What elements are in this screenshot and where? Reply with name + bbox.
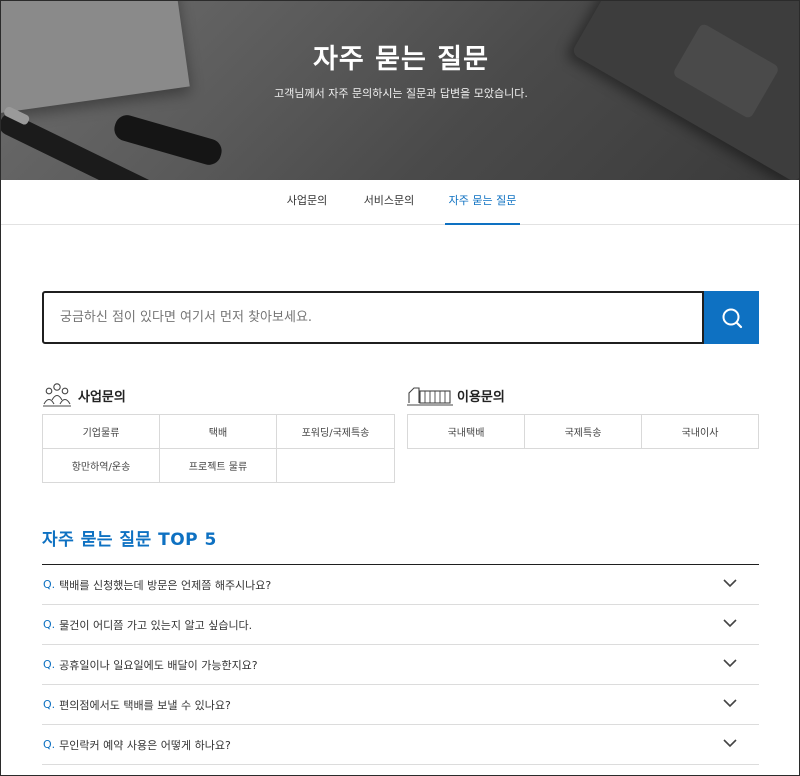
faq-item[interactable]: Q. 편의점에서도 택배를 보낼 수 있나요? [42, 685, 759, 725]
faq-item[interactable]: Q. 무인락커 예약 사용은 어떻게 하나요? [42, 725, 759, 765]
faq-item[interactable]: Q. 택배를 신청했는데 방문은 언제쯤 해주시나요? [42, 565, 759, 605]
category-item-international-express[interactable]: 국제특송 [525, 415, 642, 449]
faq-q-prefix: Q. [43, 738, 56, 751]
page-frame: 자주 묻는 질문 고객님께서 자주 문의하시는 질문과 답변을 모았습니다. 사… [0, 0, 800, 776]
faq-q-prefix: Q. [43, 578, 56, 591]
hero-banner: 자주 묻는 질문 고객님께서 자주 문의하시는 질문과 답변을 모았습니다. [1, 1, 799, 180]
business-category-title: 사업문의 [78, 389, 126, 405]
faq-question: 물건이 어디쯤 가고 있는지 알고 싶습니다. [59, 618, 253, 632]
page-title: 자주 묻는 질문 [313, 44, 489, 75]
tab-faq[interactable]: 자주 묻는 질문 [445, 180, 520, 225]
category-item-corporate-logistics[interactable]: 기업물류 [43, 415, 160, 449]
hero-pen-cap-decoration [111, 112, 225, 168]
chevron-down-icon[interactable] [723, 699, 737, 708]
faq-search [42, 291, 759, 344]
category-item-domestic-parcel[interactable]: 국내택배 [408, 415, 525, 449]
faq-question: 편의점에서도 택배를 보낼 수 있나요? [59, 698, 231, 712]
faq-question: 공휴일이나 일요일에도 배달이 가능한지요? [59, 658, 258, 672]
faq-question: 택배를 신청했는데 방문은 언제쯤 해주시나요? [59, 578, 272, 592]
faq-q-prefix: Q. [43, 618, 56, 631]
usage-category-header: 이용문의 [407, 380, 505, 410]
business-category-grid: 기업물류 택배 포워딩/국제특송 항만하역/운송 프로젝트 물류 [42, 414, 395, 483]
usage-category-grid: 국내택배 국제특송 국내이사 [407, 414, 759, 449]
faq-q-prefix: Q. [43, 658, 56, 671]
sub-nav-tabs: 사업문의 서비스문의 자주 묻는 질문 [1, 180, 799, 225]
chevron-down-icon[interactable] [723, 619, 737, 628]
usage-category-title: 이용문의 [457, 389, 505, 405]
faq-question: 무인락커 예약 사용은 어떻게 하나요? [59, 738, 231, 752]
category-item-port-handling[interactable]: 항만하역/운송 [43, 449, 160, 483]
chevron-down-icon[interactable] [723, 579, 737, 588]
tab-business-inquiry[interactable]: 사업문의 [277, 180, 337, 225]
category-item-project-logistics[interactable]: 프로젝트 물류 [160, 449, 277, 483]
chevron-down-icon[interactable] [723, 659, 737, 668]
category-item-domestic-moving[interactable]: 국내이사 [642, 415, 759, 449]
tab-service-inquiry[interactable]: 서비스문의 [357, 180, 421, 225]
search-button[interactable] [704, 291, 759, 344]
faq-list: Q. 택배를 신청했는데 방문은 언제쯤 해주시나요? Q. 물건이 어디쯤 가… [42, 564, 759, 765]
faq-item[interactable]: Q. 물건이 어디쯤 가고 있는지 알고 싶습니다. [42, 605, 759, 645]
search-input[interactable] [42, 291, 704, 344]
category-item-forwarding[interactable]: 포워딩/국제특송 [277, 415, 395, 449]
delivery-truck-icon [407, 387, 453, 406]
chevron-down-icon[interactable] [723, 739, 737, 748]
faq-q-prefix: Q. [43, 698, 56, 711]
category-item-empty [277, 449, 395, 483]
business-category-header: 사업문의 [42, 380, 126, 410]
page-subtitle: 고객님께서 자주 문의하시는 질문과 답변을 모았습니다. [274, 87, 528, 100]
faq-item[interactable]: Q. 공휴일이나 일요일에도 배달이 가능한지요? [42, 645, 759, 685]
search-icon [722, 308, 743, 329]
faq-section-title: 자주 묻는 질문 TOP 5 [42, 530, 217, 550]
people-group-icon [43, 383, 71, 407]
category-item-parcel[interactable]: 택배 [160, 415, 277, 449]
